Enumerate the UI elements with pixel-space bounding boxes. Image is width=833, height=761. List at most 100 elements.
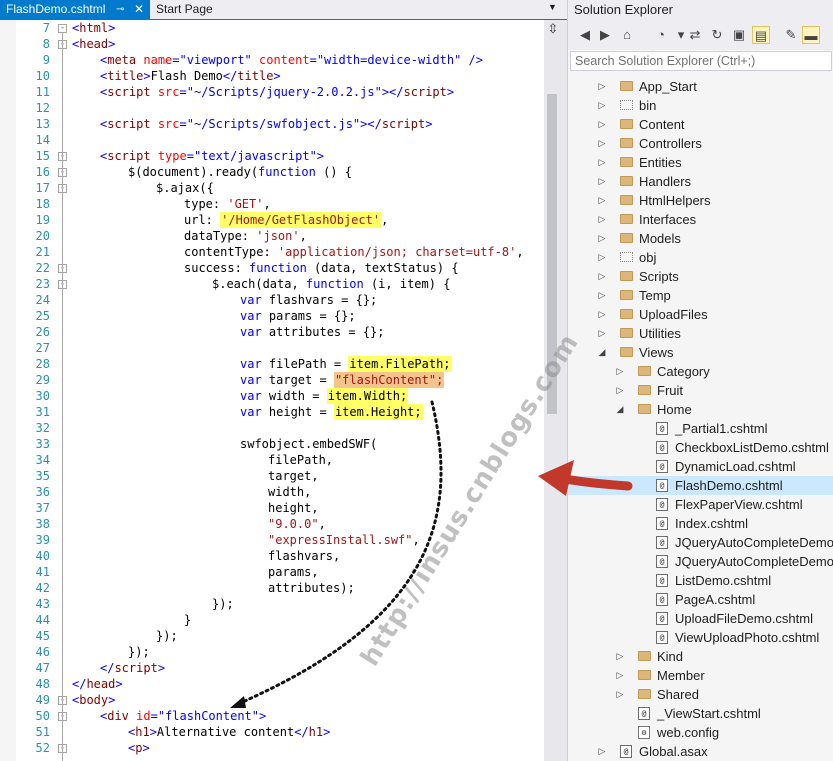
tree-file[interactable]: @ _ViewStart.cshtml (568, 704, 833, 723)
sync-icon[interactable]: ⇄ (686, 26, 704, 44)
pin-icon[interactable]: ⊸ (116, 0, 124, 19)
tree-folder[interactable]: ▷ Handlers (568, 172, 833, 191)
expand-icon[interactable]: ▷ (596, 248, 608, 267)
tree-file[interactable]: ⚙ web.config (568, 723, 833, 742)
tree-file[interactable]: @ _Partial1.cshtml (568, 419, 833, 438)
split-editor-icon[interactable]: ⇳ (546, 22, 560, 36)
show-all-files-icon[interactable]: ▤ (752, 26, 770, 44)
tree-file[interactable]: @ JQueryAutoCompleteDemo (568, 533, 833, 552)
refresh-icon[interactable]: ↻ (708, 26, 726, 44)
tree-file[interactable]: @ FlexPaperView.cshtml (568, 495, 833, 514)
expand-icon[interactable]: ▷ (614, 666, 626, 685)
expand-icon[interactable]: ▷ (596, 742, 608, 761)
expand-icon[interactable]: ▷ (596, 96, 608, 115)
expand-icon[interactable]: ▷ (596, 210, 608, 229)
tree-file[interactable]: @ JQueryAutoCompleteDemo (568, 552, 833, 571)
expand-icon[interactable]: ▷ (596, 324, 608, 343)
tree-folder[interactable]: ▷ Member (568, 666, 833, 685)
collapse-icon[interactable]: ◢ (596, 343, 608, 362)
tree-file[interactable]: ▷ @ Global.asax (568, 742, 833, 761)
code-editor[interactable]: FlashDemo.cshtml ⊸ ✕ Start Page ▼ 7- <htm… (0, 0, 567, 761)
tree-item-label: Global.asax (639, 744, 708, 759)
expand-icon[interactable]: ▷ (596, 305, 608, 324)
code-token: $.each(data, (212, 277, 306, 291)
scrollbar-thumb[interactable] (547, 94, 557, 414)
code-token: 'json' (256, 229, 300, 243)
close-icon[interactable]: ✕ (134, 0, 144, 19)
expand-icon[interactable]: ▷ (596, 286, 608, 305)
expand-icon[interactable]: ▷ (596, 229, 608, 248)
tree-folder[interactable]: ▷ Kind (568, 647, 833, 666)
tree-folder[interactable]: ▷ Controllers (568, 134, 833, 153)
line-number: 35 (35, 469, 50, 483)
expand-icon[interactable]: ▷ (596, 134, 608, 153)
tree-folder[interactable]: ▷ Models (568, 229, 833, 248)
code-line: var filePath = item.FilePath; (240, 356, 452, 372)
file-icon: @ (656, 479, 668, 492)
expand-icon[interactable]: ▷ (614, 685, 626, 704)
file-icon: @ (656, 441, 668, 454)
tree-folder[interactable]: ▷ Scripts (568, 267, 833, 286)
hidden-folder-icon (620, 100, 633, 110)
tree-folder[interactable]: ▷ Entities (568, 153, 833, 172)
properties-icon[interactable]: ✎ (782, 26, 800, 44)
tree-file[interactable]: @ Index.cshtml (568, 514, 833, 533)
search-input[interactable]: Search Solution Explorer (Ctrl+;) (570, 51, 832, 71)
expand-icon[interactable]: ▷ (614, 381, 626, 400)
line-number: 48 (35, 677, 50, 691)
expand-icon[interactable]: ▷ (596, 191, 608, 210)
file-icon: @ (656, 574, 668, 587)
tree-folder[interactable]: ▷ Utilities (568, 324, 833, 343)
expand-icon[interactable]: ▷ (596, 267, 608, 286)
home-icon[interactable]: ⌂ (618, 26, 636, 44)
tree-folder[interactable]: ▷ Category (568, 362, 833, 381)
tree-file[interactable]: @ FlashDemo.cshtml (568, 476, 833, 495)
code-token: function (305, 277, 364, 291)
tree-folder[interactable]: ▷ bin (568, 96, 833, 115)
folder-icon (620, 81, 633, 91)
line-number: 34 (35, 453, 50, 467)
expand-icon[interactable]: ▷ (596, 77, 608, 96)
tab-flashdemo[interactable]: FlashDemo.cshtml ⊸ ✕ (0, 0, 150, 19)
tree-folder[interactable]: ▷ Shared (568, 685, 833, 704)
expand-icon[interactable]: ▷ (596, 172, 608, 191)
tree-folder[interactable]: ▷ obj (568, 248, 833, 267)
back-icon[interactable]: ◀ (576, 26, 594, 44)
tree-file[interactable]: @ PageA.cshtml (568, 590, 833, 609)
auto-hide-icon[interactable]: ▬ (802, 26, 820, 44)
collapse-icon[interactable]: - (58, 24, 67, 33)
code-area[interactable]: 7-<html>8-<head>9<meta name="viewport" c… (0, 20, 544, 761)
expand-icon[interactable]: ▷ (614, 362, 626, 381)
tree-folder[interactable]: ▷ App_Start (568, 77, 833, 96)
folder-icon (638, 670, 651, 680)
tree-file[interactable]: @ UploadFileDemo.cshtml (568, 609, 833, 628)
tree-folder[interactable]: ▷ Interfaces (568, 210, 833, 229)
tree-item-label: Index.cshtml (675, 516, 748, 531)
code-token: params = {}; (261, 309, 356, 323)
tree-folder[interactable]: ◢ Home (568, 400, 833, 419)
code-token: var (240, 373, 262, 387)
collapse-all-icon[interactable]: ▣ (730, 26, 748, 44)
collapse-icon[interactable]: ◢ (614, 400, 626, 419)
expand-icon[interactable]: ▷ (614, 647, 626, 666)
tab-start-page[interactable]: Start Page (150, 0, 270, 19)
expand-icon[interactable]: ▷ (596, 115, 608, 134)
tree-folder[interactable]: ▷ UploadFiles (568, 305, 833, 324)
tree-folder[interactable]: ▷ Temp (568, 286, 833, 305)
forward-icon[interactable]: ▶ (596, 26, 614, 44)
tree-file[interactable]: @ ListDemo.cshtml (568, 571, 833, 590)
line-number: 42 (35, 581, 50, 595)
tree-folder[interactable]: ▷ Content (568, 115, 833, 134)
code-token: > (143, 69, 151, 83)
expand-icon[interactable]: ▷ (596, 153, 608, 172)
tree-file[interactable]: @ CheckboxListDemo.cshtml (568, 438, 833, 457)
history-icon[interactable]: ◔ (652, 26, 670, 44)
line-number: 24 (35, 293, 50, 307)
tree-file[interactable]: @ DynamicLoad.cshtml (568, 457, 833, 476)
solution-explorer-panel: Solution Explorer ◀ ▶ ⌂ ◔ ▾ ⇄ ↻ ▣ ▤ ✎ ▬ Search Sol… (567, 0, 833, 761)
tree-folder[interactable]: ▷ HtmlHelpers (568, 191, 833, 210)
tree-file[interactable]: @ ViewUploadPhoto.cshtml (568, 628, 833, 647)
tree-folder[interactable]: ◢ Views (568, 343, 833, 362)
tree-folder[interactable]: ▷ Fruit (568, 381, 833, 400)
tab-list-dropdown-icon[interactable]: ▼ (548, 2, 557, 12)
